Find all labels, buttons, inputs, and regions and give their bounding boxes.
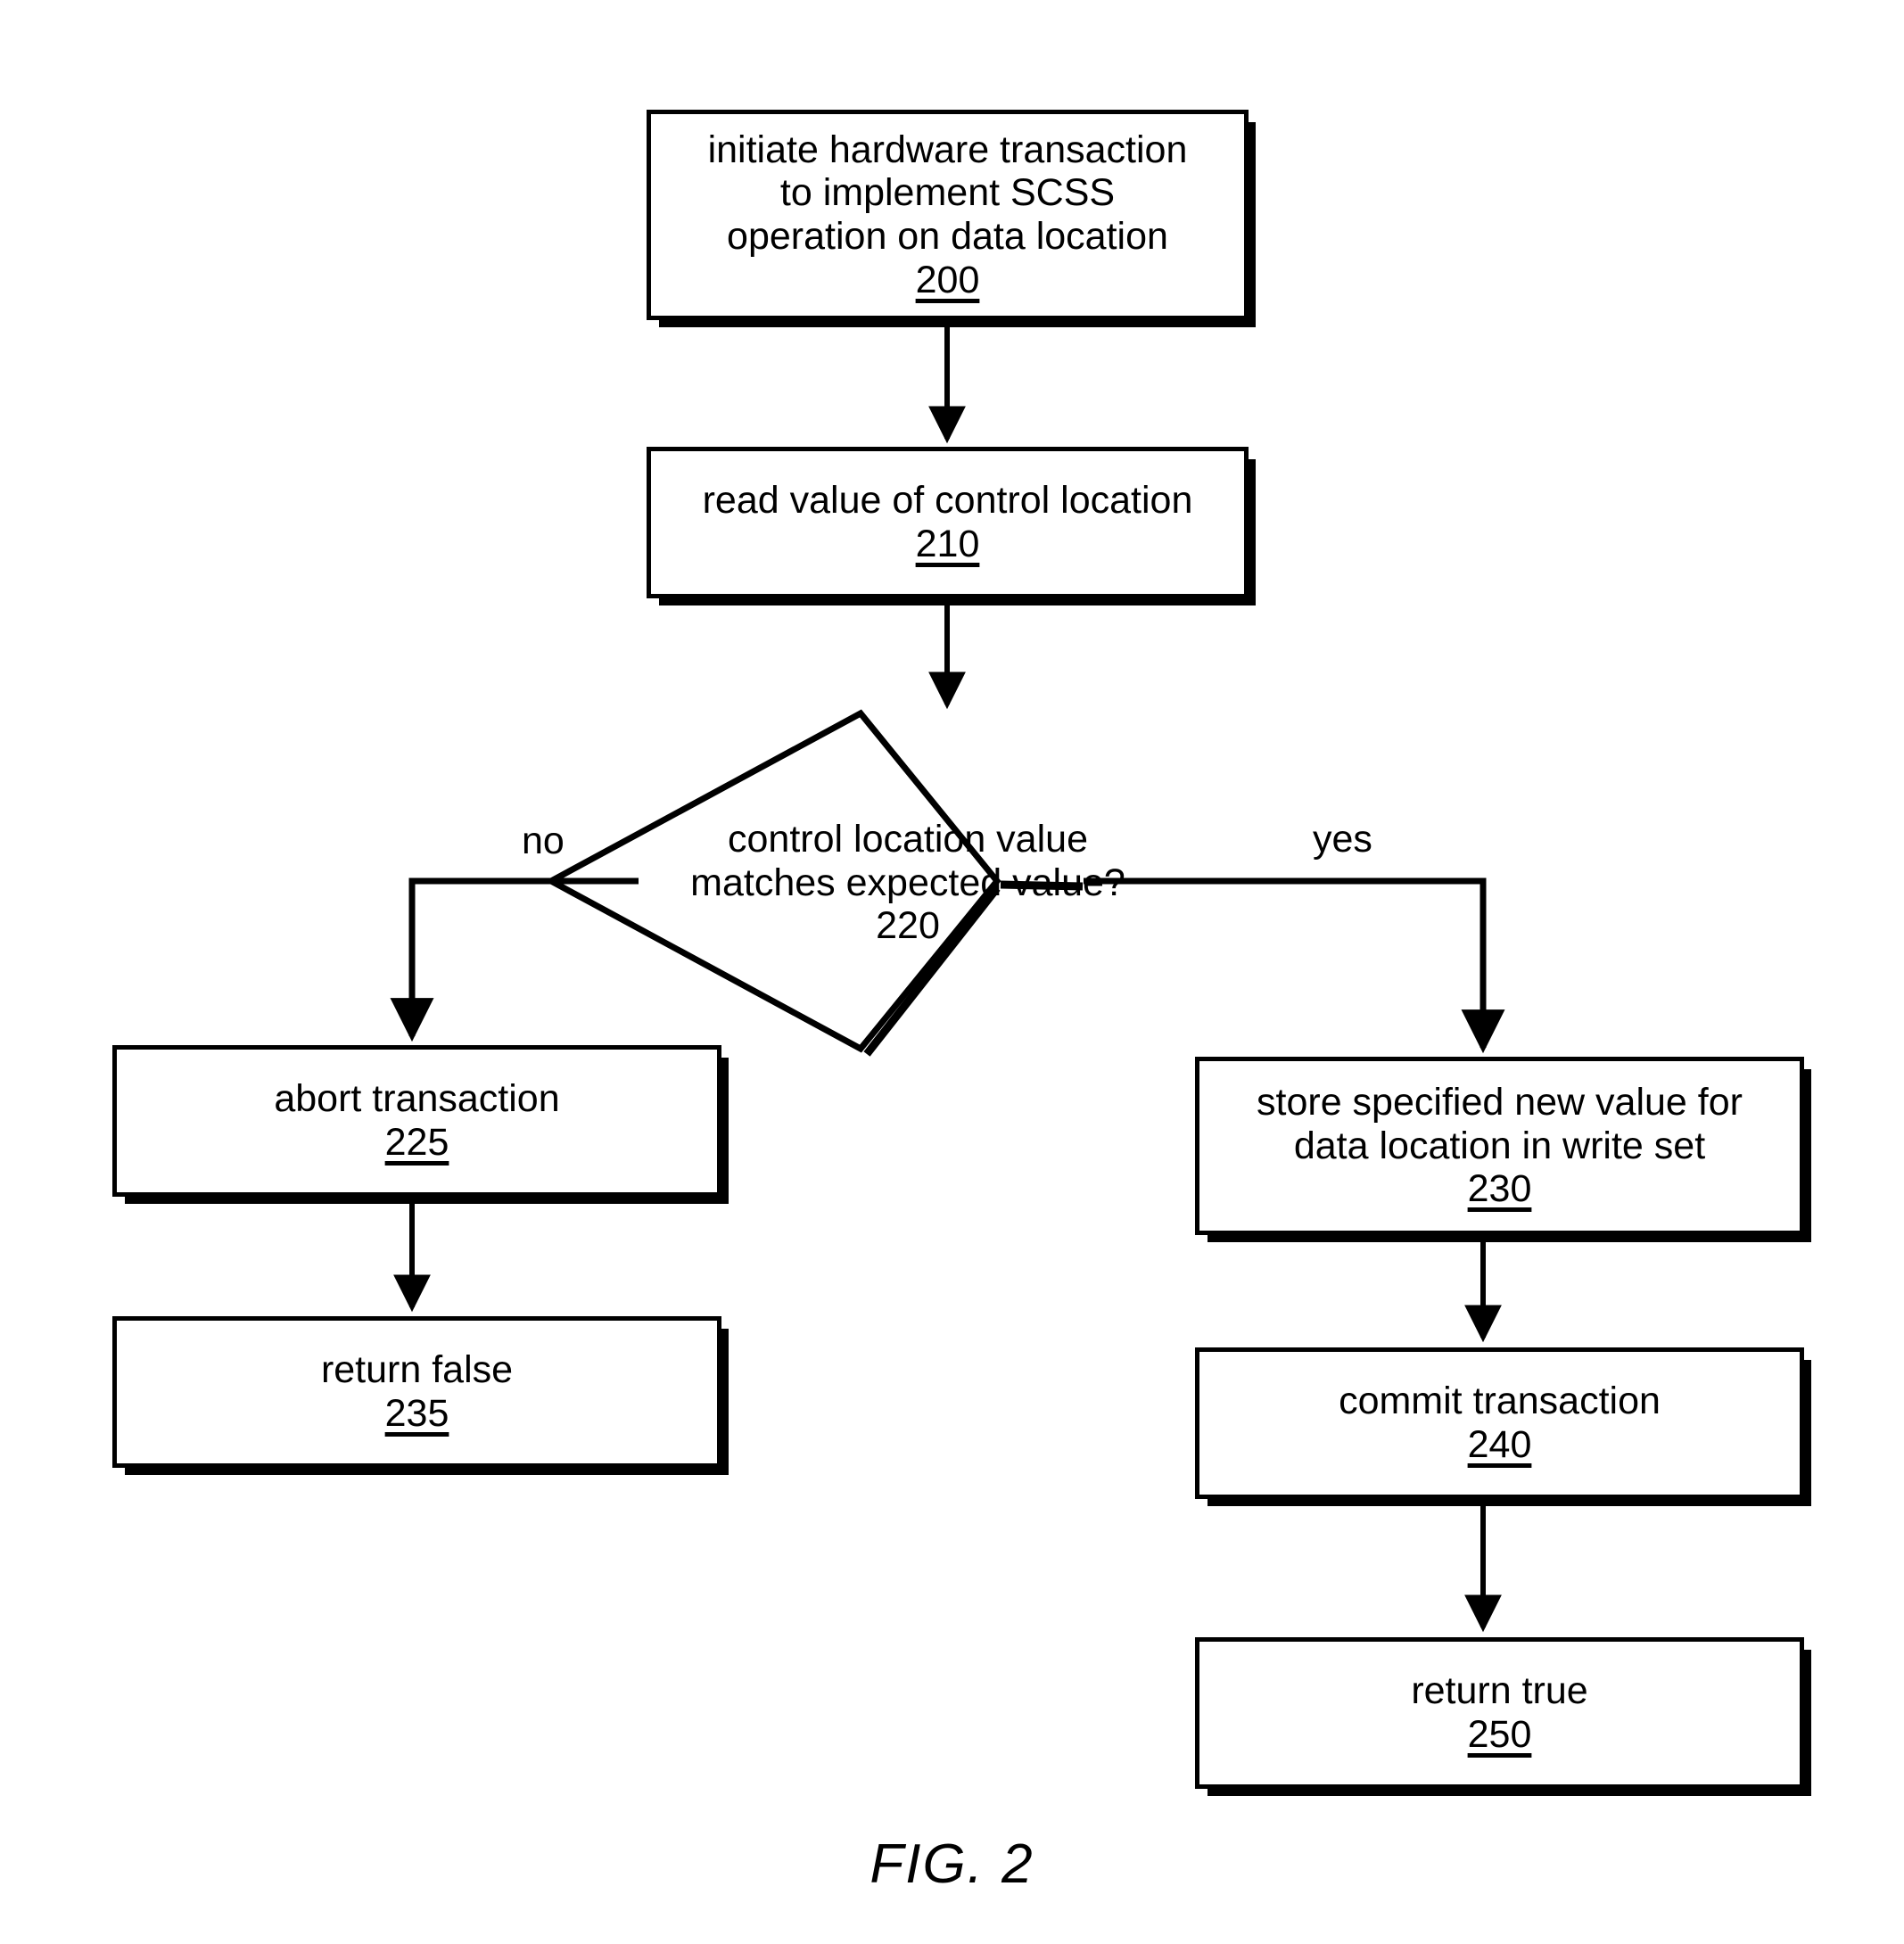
process-node-225[interactable]: abort transaction 225 [112, 1045, 721, 1197]
process-node-250-text: return true [1411, 1669, 1588, 1713]
process-node-230[interactable]: store specified new value for data locat… [1195, 1057, 1804, 1235]
process-node-250[interactable]: return true 250 [1195, 1637, 1804, 1789]
edge-label-no: no [522, 820, 565, 862]
edge-label-yes: yes [1313, 818, 1372, 861]
process-node-240[interactable]: commit transaction 240 [1195, 1347, 1804, 1499]
process-node-230-text: store specified new value for data locat… [1257, 1081, 1743, 1167]
process-node-210-text: read value of control location [702, 479, 1193, 523]
process-node-235-ref: 235 [384, 1392, 449, 1435]
process-node-250-ref: 250 [1467, 1713, 1532, 1756]
decision-diamond-220-shadow-right [1000, 880, 1084, 891]
process-node-225-text: abort transaction [274, 1077, 560, 1121]
process-node-240-ref: 240 [1467, 1423, 1532, 1466]
process-node-210-ref: 210 [915, 523, 980, 565]
process-node-235[interactable]: return false 235 [112, 1316, 721, 1468]
process-node-240-text: commit transaction [1339, 1380, 1661, 1423]
process-node-230-ref: 230 [1467, 1167, 1532, 1211]
figure-caption: FIG. 2 [870, 1833, 1034, 1895]
process-node-200-text: initiate hardware transaction to impleme… [707, 128, 1188, 258]
process-node-235-text: return false [320, 1348, 514, 1392]
process-node-200[interactable]: initiate hardware transaction to impleme… [647, 110, 1249, 320]
process-node-225-ref: 225 [384, 1121, 449, 1164]
connector-220-to-230 [1084, 877, 1505, 1054]
figure-canvas: initiate hardware transaction to impleme… [0, 0, 1904, 1944]
process-node-200-ref: 200 [915, 258, 980, 301]
process-node-210[interactable]: read value of control location 210 [647, 447, 1249, 598]
